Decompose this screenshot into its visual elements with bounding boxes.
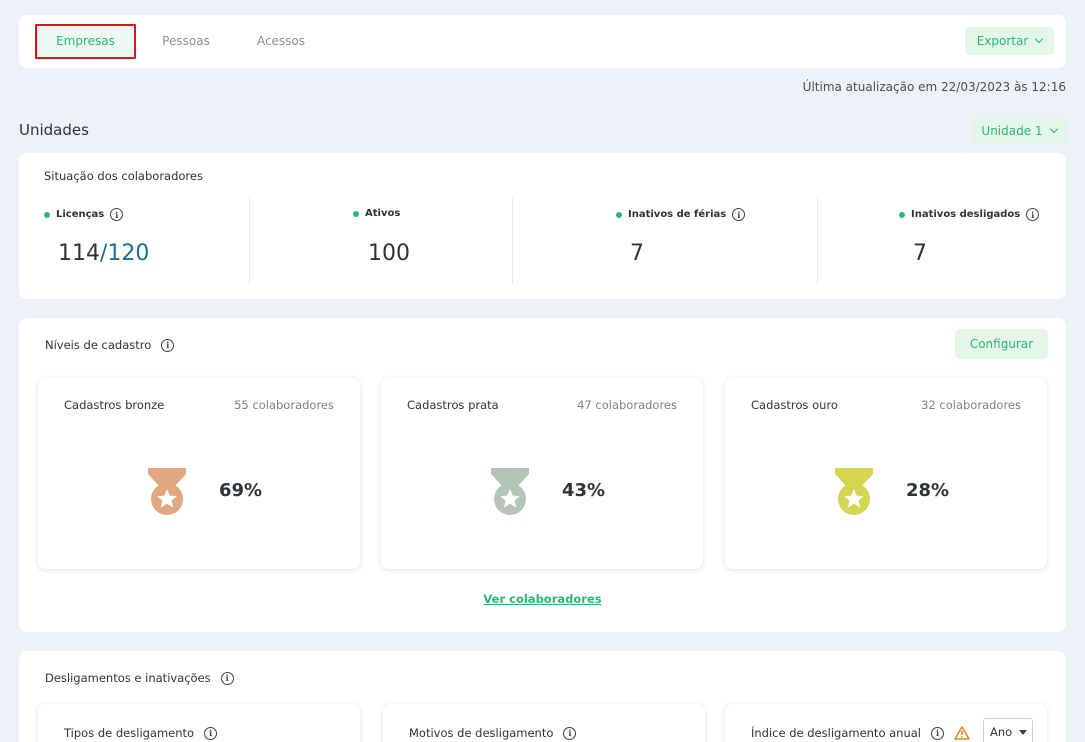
gold-medal-icon: [835, 468, 873, 515]
export-button-label: Exportar: [976, 34, 1029, 48]
level-count: 32 colaboradores: [921, 398, 1021, 412]
silver-medal-icon: [491, 468, 529, 515]
tab-pessoas[interactable]: Pessoas: [150, 24, 222, 59]
dismissal-reasons-title: Motivos de desligamento: [409, 726, 554, 740]
dismissals-title: Desligamentos e inativações: [45, 671, 211, 685]
registration-levels-card: Níveis de cadastro i Configurar Cadastro…: [19, 318, 1066, 632]
level-count: 47 colaboradores: [577, 398, 677, 412]
stat-label-ativos: Ativos: [353, 208, 400, 219]
level-percent: 43%: [562, 480, 606, 501]
status-dot-icon: [353, 210, 359, 217]
licenses-used: 114: [58, 241, 100, 266]
stat-label-text: Licenças: [56, 209, 105, 220]
stat-value-inativos-ferias: 7: [630, 241, 644, 266]
period-select[interactable]: Ano: [983, 718, 1033, 742]
bronze-medal-icon: [148, 468, 186, 515]
divider: [512, 198, 513, 284]
dismissal-types-title: Tipos de desligamento: [64, 726, 195, 740]
chevron-down-icon: [1049, 124, 1058, 134]
info-icon[interactable]: i: [220, 671, 234, 685]
stat-value-licencas: 114/120: [58, 241, 149, 266]
info-icon[interactable]: i: [563, 726, 577, 740]
configure-button[interactable]: Configurar: [955, 329, 1048, 359]
tab-acessos[interactable]: Acessos: [245, 24, 317, 59]
view-employees-link[interactable]: Ver colaboradores: [19, 592, 1066, 606]
stat-value-inativos-desligados: 7: [913, 241, 927, 266]
page-title: Unidades: [19, 121, 89, 139]
period-select-value: Ano: [990, 725, 1013, 739]
level-percent: 28%: [906, 480, 950, 501]
info-icon[interactable]: i: [1026, 208, 1040, 221]
registration-levels-header: Níveis de cadastro i: [45, 338, 175, 352]
last-update-text: Última atualização em 22/03/2023 às 12:1…: [802, 80, 1066, 94]
unit-selector[interactable]: Unidade 1: [971, 117, 1067, 145]
stat-value-ativos: 100: [368, 241, 410, 266]
info-icon[interactable]: i: [931, 726, 944, 740]
annual-dismissal-index-title: Índice de desligamento anual: [751, 726, 921, 740]
dismissal-reasons-header: Motivos de desligamento i: [409, 726, 577, 740]
top-nav-bar: Empresas Pessoas Acessos Exportar: [19, 15, 1066, 68]
stat-label-inativos-desligados: Inativos desligados i: [899, 208, 1040, 221]
employee-status-card: Situação dos colaboradores Licenças i 11…: [19, 153, 1066, 299]
info-icon[interactable]: i: [732, 208, 746, 221]
stat-label-text: Inativos desligados: [911, 209, 1021, 220]
chevron-down-icon: [1035, 34, 1044, 44]
dismissal-reasons-card: Motivos de desligamento i: [383, 704, 705, 742]
dismissals-card: Desligamentos e inativações i Tipos de d…: [19, 651, 1066, 742]
annual-dismissal-index-header: Índice de desligamento anual i: [751, 726, 970, 740]
info-icon[interactable]: i: [204, 726, 218, 740]
level-card-prata: Cadastros prata 47 colaboradores 43%: [381, 378, 703, 569]
warning-icon: [954, 726, 970, 740]
stat-label-text: Inativos de férias: [628, 209, 727, 220]
unit-selector-label: Unidade 1: [981, 124, 1043, 138]
stat-label-licencas: Licenças i: [44, 208, 124, 221]
export-button[interactable]: Exportar: [965, 27, 1054, 55]
dismissal-types-card: Tipos de desligamento i: [38, 704, 360, 742]
status-dot-icon: [899, 211, 905, 218]
level-card-ouro: Cadastros ouro 32 colaboradores 28%: [725, 378, 1047, 569]
level-percent: 69%: [219, 480, 263, 501]
level-card-bronze: Cadastros bronze 55 colaboradores 69%: [38, 378, 360, 569]
level-name: Cadastros prata: [407, 398, 499, 412]
divider: [249, 198, 250, 284]
employee-status-title: Situação dos colaboradores: [44, 169, 203, 183]
divider: [817, 198, 818, 284]
registration-levels-title: Níveis de cadastro: [45, 338, 152, 352]
status-dot-icon: [616, 211, 622, 218]
stat-label-text: Ativos: [365, 208, 401, 219]
level-name: Cadastros bronze: [64, 398, 165, 412]
dismissal-types-header: Tipos de desligamento i: [64, 726, 218, 740]
annual-dismissal-index-card: Índice de desligamento anual i Ano: [725, 704, 1047, 742]
info-icon[interactable]: i: [110, 208, 124, 221]
dismissals-header: Desligamentos e inativações i: [45, 671, 234, 685]
licenses-total: /120: [100, 241, 150, 266]
caret-down-icon: [1019, 729, 1028, 735]
info-icon[interactable]: i: [161, 338, 175, 352]
stat-label-inativos-ferias: Inativos de férias i: [616, 208, 746, 221]
level-count: 55 colaboradores: [234, 398, 334, 412]
level-name: Cadastros ouro: [751, 398, 838, 412]
status-dot-icon: [44, 211, 50, 218]
tab-empresas[interactable]: Empresas: [35, 24, 136, 59]
